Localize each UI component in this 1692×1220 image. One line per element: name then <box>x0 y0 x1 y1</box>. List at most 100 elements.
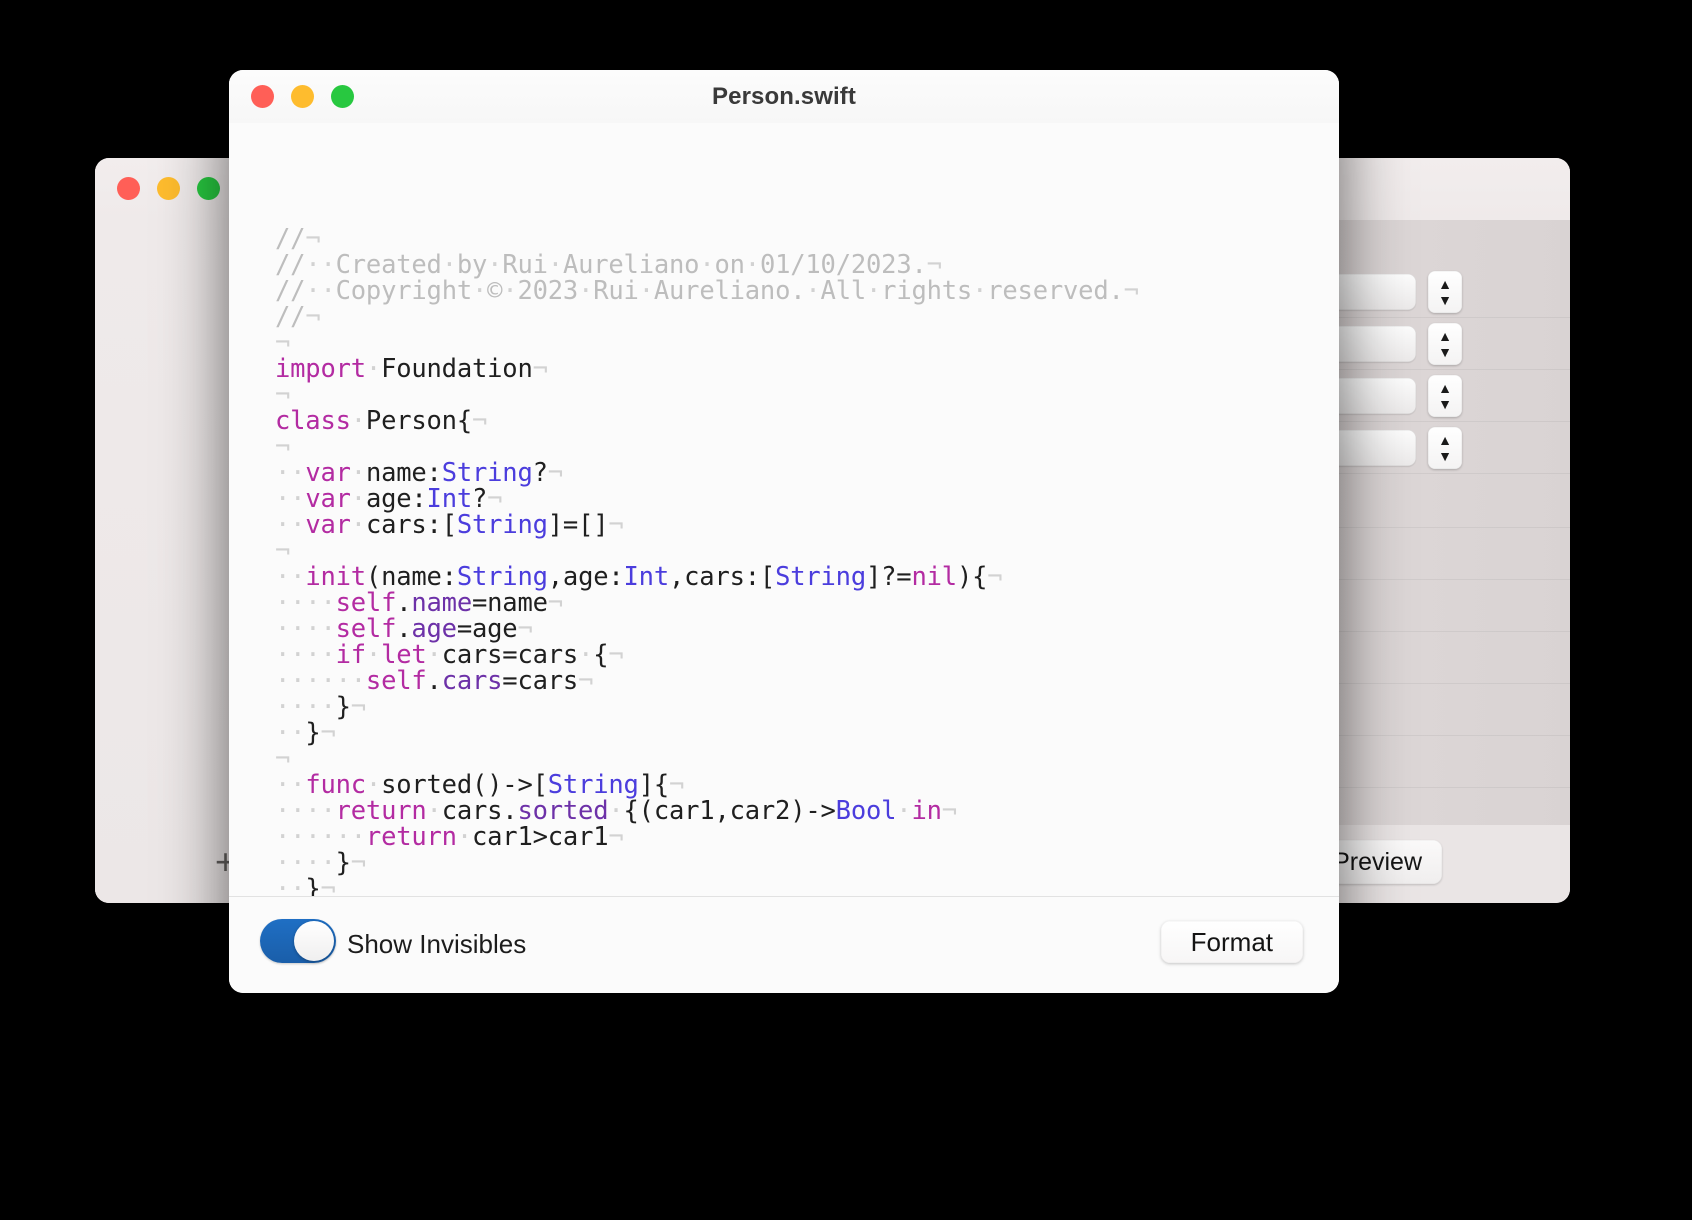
code-token: ¬ <box>350 848 366 878</box>
code-token: ¬ <box>532 354 548 384</box>
code-line: ······return·car1>car1¬ <box>275 824 1339 850</box>
code-token: ¬ <box>472 406 488 436</box>
code-token: · <box>472 276 488 306</box>
code-token: ·· <box>275 874 306 897</box>
stepper-control[interactable]: ▲ ▼ <box>1428 375 1462 417</box>
code-token: Int <box>623 562 670 592</box>
code-token: } <box>335 848 351 878</box>
code-token: · <box>866 276 882 306</box>
code-token: String <box>456 510 548 540</box>
code-token: All <box>820 276 867 306</box>
code-token: · <box>805 276 821 306</box>
code-token: ){ <box>956 562 988 592</box>
code-token: · <box>456 822 472 852</box>
code-line: ··}¬ <box>275 720 1339 746</box>
minimize-button[interactable] <box>157 177 180 200</box>
code-token: { <box>593 640 609 670</box>
code-token: · <box>972 276 988 306</box>
window-title: Person.swift <box>712 82 856 110</box>
code-token: cars:[ <box>365 510 457 540</box>
code-token: · <box>350 510 366 540</box>
code-token: ¬ <box>350 692 366 722</box>
code-line: //··Created·by·Rui·Aureliano·on·01/10/20… <box>275 252 1339 278</box>
code-token: car1>car1 <box>472 822 609 852</box>
code-token: ¬ <box>320 874 336 897</box>
code-token: ¬ <box>987 562 1003 592</box>
chevron-up-icon: ▲ <box>1438 432 1452 448</box>
person-swift-window[interactable]: Person.swift //¬ //··Created·by·Rui·Aurel… <box>229 70 1339 993</box>
code-content[interactable]: //¬ //··Created·by·Rui·Aureliano·on·01/10… <box>275 226 1339 897</box>
code-token: ]?= <box>866 562 912 592</box>
code-line: ····return·cars.sorted·{(car1,car2)->Boo… <box>275 798 1339 824</box>
code-token: =cars <box>502 666 579 696</box>
show-invisibles-label: Show Invisibles <box>347 929 527 959</box>
screen: ▲▼ 0 ▲▼ ▲▼ ▲▼ <box>0 0 1692 1220</box>
code-token: return <box>365 822 457 852</box>
code-token: Foundation <box>381 354 533 384</box>
toggle-knob <box>294 921 334 961</box>
code-token: · <box>578 276 594 306</box>
code-token: Person{ <box>365 406 472 436</box>
code-line: ····}¬ <box>275 694 1339 720</box>
code-token: ¬ <box>305 302 321 332</box>
code-token: ¬ <box>320 718 336 748</box>
stepper-control[interactable]: ▲ ▼ <box>1428 323 1462 365</box>
chevron-down-icon: ▼ <box>1438 396 1452 412</box>
code-token: self <box>365 666 427 696</box>
code-line: ¬ <box>275 330 1339 356</box>
code-line: ··var·cars:[String]=[]¬ <box>275 512 1339 538</box>
chevron-down-icon: ▼ <box>1438 448 1452 464</box>
code-line: ··var·name:String?¬ <box>275 460 1339 486</box>
code-token: 2023 <box>517 276 579 306</box>
code-line: ¬ <box>275 382 1339 408</box>
chevron-down-icon: ▼ <box>1438 292 1452 308</box>
code-line: //¬ <box>275 304 1339 330</box>
code-line: //··Copyright·©·2023·Rui·Aureliano.·All·… <box>275 278 1339 304</box>
code-line: ¬ <box>275 434 1339 460</box>
stepper-control[interactable]: ▲ ▼ <box>1428 271 1462 313</box>
code-token: } <box>335 692 351 722</box>
zoom-button[interactable] <box>197 177 220 200</box>
code-token: ¬ <box>941 796 957 826</box>
code-line: ··var·age:Int?¬ <box>275 486 1339 512</box>
chevron-up-icon: ▲ <box>1438 380 1452 396</box>
code-token: ,cars:[ <box>669 562 776 592</box>
code-token: . <box>426 666 442 696</box>
background-traffic-lights <box>117 177 220 200</box>
code-line: ··init(name:String,age:Int,cars:[String]… <box>275 564 1339 590</box>
show-invisibles-toggle[interactable] <box>260 919 336 963</box>
code-token: Aureliano. <box>653 276 806 306</box>
code-token: var <box>305 510 351 540</box>
code-line: import·Foundation¬ <box>275 356 1339 382</box>
code-token: · <box>502 276 518 306</box>
chevron-up-icon: ▲ <box>1438 276 1452 292</box>
code-token: ¬ <box>578 666 594 696</box>
close-button[interactable] <box>117 177 140 200</box>
code-line: ··func·sorted()->[String]{¬ <box>275 772 1339 798</box>
code-line: ····self.name=name¬ <box>275 590 1339 616</box>
code-line: ··}¬ <box>275 876 1339 897</box>
code-token: ]=[] <box>547 510 609 540</box>
code-token: cars <box>441 666 503 696</box>
code-token: · <box>365 354 382 384</box>
code-token: in <box>911 796 942 826</box>
code-token: ¬ <box>608 510 624 540</box>
chevron-up-icon: ▲ <box>1438 328 1452 344</box>
code-token: ¬ <box>608 822 624 852</box>
code-line: ····}¬ <box>275 850 1339 876</box>
front-window-footer: Show Invisibles Format <box>229 897 1339 993</box>
code-editor[interactable]: //¬ //··Created·by·Rui·Aureliano·on·01/10… <box>229 123 1339 897</box>
code-token: Copyright <box>335 276 473 306</box>
stepper-control[interactable]: ▲ ▼ <box>1428 427 1462 469</box>
chevron-down-icon: ▼ <box>1438 344 1452 360</box>
front-window-titlebar[interactable]: Person.swift <box>229 70 1339 123</box>
code-token: ¬ <box>547 588 563 618</box>
code-line: ¬ <box>275 538 1339 564</box>
format-button[interactable]: Format <box>1160 921 1303 963</box>
code-token: · <box>896 796 912 826</box>
code-token: ¬ <box>1123 276 1139 306</box>
code-token: ¬ <box>608 640 624 670</box>
code-token: {(car1,car2)-> <box>623 796 836 826</box>
code-token: nil <box>911 562 957 592</box>
code-token: rights <box>881 276 973 306</box>
